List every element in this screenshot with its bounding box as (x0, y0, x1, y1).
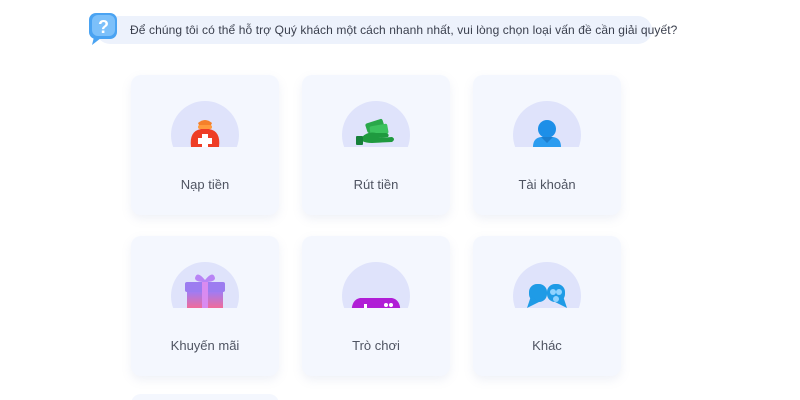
category-card-games[interactable]: Trò chơi (302, 236, 450, 376)
svg-text:?: ? (98, 17, 109, 37)
category-label: Tài khoản (518, 177, 576, 192)
category-label: Trò chơi (352, 338, 400, 353)
money-bag-icon (171, 101, 239, 147)
category-card-other[interactable]: Khác (473, 236, 621, 376)
user-account-icon (513, 101, 581, 147)
gamepad-icon (342, 262, 410, 308)
support-category-page: ? Để chúng tôi có thể hỗ trợ Quý khách m… (0, 0, 800, 400)
category-card-deposit[interactable]: Nạp tiền (131, 75, 279, 215)
category-label: Nạp tiền (180, 177, 230, 192)
category-card-promotion[interactable]: Khuyến mãi (131, 236, 279, 376)
category-card-withdraw[interactable]: Rút tiền (302, 75, 450, 215)
category-label: Rút tiền (353, 177, 399, 192)
category-label: Khuyến mãi (170, 338, 240, 353)
category-card-account[interactable]: Tài khoản (473, 75, 621, 215)
category-label: Khác (532, 338, 562, 353)
question-bubble-icon: ? (86, 10, 124, 48)
cash-hand-icon (342, 101, 410, 147)
gift-icon (171, 262, 239, 308)
category-card-partial[interactable] (131, 394, 279, 400)
chat-bubbles-icon (513, 262, 581, 308)
prompt-text: Để chúng tôi có thể hỗ trợ Quý khách một… (130, 23, 678, 37)
